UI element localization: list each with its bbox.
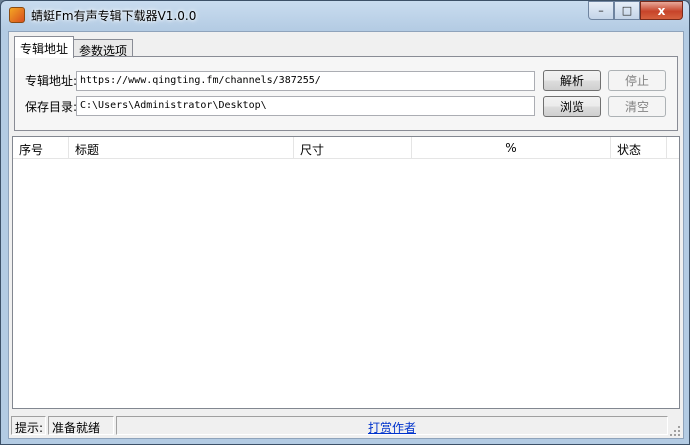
column-percent[interactable]: %: [412, 137, 611, 159]
client-area: 专辑地址 参数选项 专辑地址: https://www.qingting.fm/…: [8, 31, 684, 439]
download-list[interactable]: 序号 标题 尺寸 % 状态: [12, 136, 680, 409]
panel-background: 专辑地址: https://www.qingting.fm/channels/3…: [15, 57, 677, 130]
minimize-icon: –: [598, 4, 604, 17]
app-window: 蜻蜓Fm有声专辑下载器V1.0.0 – □ x 专辑地址 参数选项 专辑地址: …: [0, 0, 690, 445]
caption-buttons: – □ x: [588, 1, 683, 20]
column-title[interactable]: 标题: [69, 137, 294, 159]
stop-button[interactable]: 停止: [608, 70, 666, 91]
column-size[interactable]: 尺寸: [294, 137, 412, 159]
title-bar[interactable]: 蜻蜓Fm有声专辑下载器V1.0.0 – □ x: [1, 1, 689, 29]
album-url-label: 专辑地址:: [25, 74, 78, 88]
tab-panel: 专辑地址: https://www.qingting.fm/channels/3…: [14, 56, 678, 131]
donate-link[interactable]: 打赏作者: [116, 416, 668, 435]
album-url-input[interactable]: https://www.qingting.fm/channels/387255/: [76, 71, 535, 91]
column-index[interactable]: 序号: [13, 137, 69, 159]
app-icon: [9, 7, 25, 23]
status-hint-label: 提示:: [11, 416, 46, 435]
list-header: 序号 标题 尺寸 % 状态: [13, 137, 679, 159]
close-button[interactable]: x: [640, 1, 683, 20]
browse-button[interactable]: 浏览: [543, 96, 601, 117]
status-bar: 提示: 准备就绪 打赏作者: [9, 412, 683, 439]
tab-strip: 专辑地址 参数选项: [14, 36, 134, 58]
clear-button[interactable]: 清空: [608, 96, 666, 117]
parse-button[interactable]: 解析: [543, 70, 601, 91]
status-text: 准备就绪: [48, 416, 114, 435]
column-status[interactable]: 状态: [611, 137, 667, 159]
maximize-icon: □: [621, 4, 633, 17]
save-dir-input[interactable]: C:\Users\Administrator\Desktop\: [76, 96, 535, 116]
close-icon: x: [657, 3, 666, 18]
resize-grip-icon[interactable]: [669, 425, 681, 437]
maximize-button[interactable]: □: [614, 1, 640, 20]
window-title: 蜻蜓Fm有声专辑下载器V1.0.0: [31, 9, 197, 23]
save-dir-label: 保存目录:: [25, 100, 78, 114]
tab-album-url[interactable]: 专辑地址: [14, 36, 75, 58]
minimize-button[interactable]: –: [588, 1, 614, 20]
